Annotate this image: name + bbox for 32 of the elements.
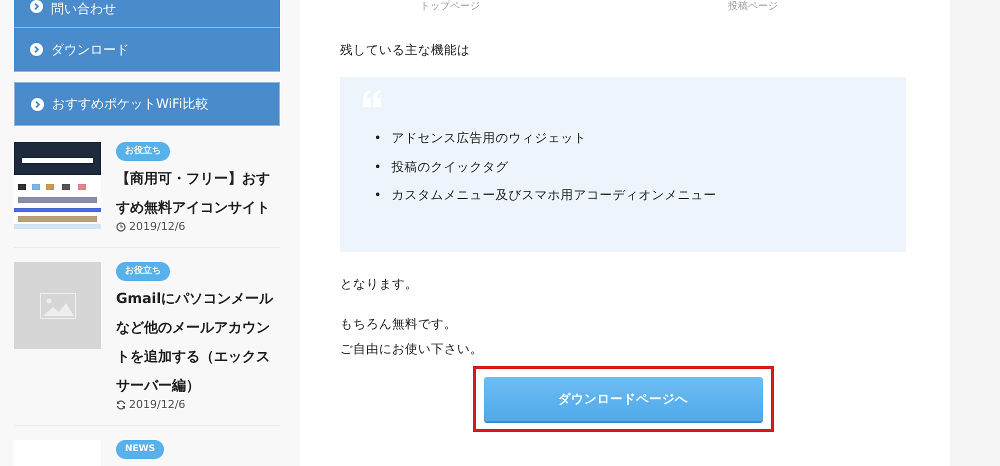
image-caption: トップページ (420, 2, 480, 14)
chevron-icon (30, 43, 43, 56)
category-tag[interactable]: お役立ち (116, 262, 170, 281)
post-date: 2019/12/6 (129, 398, 186, 411)
bullet: • (374, 158, 382, 174)
category-tag[interactable]: NEWS (116, 440, 164, 459)
clock-icon (116, 222, 126, 232)
paragraph: ご自由にお使い下さい。 (340, 341, 484, 357)
bullet: • (374, 186, 382, 203)
bullet: • (374, 129, 382, 146)
refresh-icon (116, 400, 126, 410)
image-icon (40, 292, 76, 318)
image-caption: 投稿ページ (728, 2, 778, 14)
menu-item[interactable]: おすすめポケットWiFi比較 (14, 82, 280, 126)
download-button[interactable]: ダウンロードページへ (484, 377, 762, 421)
category-tag[interactable]: お役立ち (116, 142, 170, 161)
post-date: 2019/12/6 (129, 220, 186, 233)
menu-label: 問い合わせ (51, 1, 116, 18)
paragraph: もちろん無料です。 (340, 316, 458, 332)
chevron-icon (30, 0, 43, 13)
post-title-link[interactable]: Gmailにパソコンメールなど他のメールアカウントを追加する（エックスサーバー編） (116, 285, 280, 401)
menu-label: ダウンロード (51, 42, 129, 58)
menu-label: おすすめポケットWiFi比較 (52, 96, 208, 113)
list-item: アドセンス広告用のウィジェット (391, 129, 586, 146)
menu-item[interactable]: 問い合わせ (14, 0, 280, 28)
paragraph: 残している主な機能は (340, 42, 471, 59)
menu-item[interactable]: ダウンロード (14, 28, 280, 72)
list-item: 投稿のクイックタグ (391, 158, 508, 174)
post-title-link[interactable]: 【商用可・フリー】おすすめ無料アイコンサイト (116, 165, 280, 223)
list-item: カスタムメニュー及びスマホ用アコーディオンメニュー (391, 186, 716, 203)
chevron-icon (31, 98, 44, 110)
paragraph: となります。 (340, 276, 419, 292)
